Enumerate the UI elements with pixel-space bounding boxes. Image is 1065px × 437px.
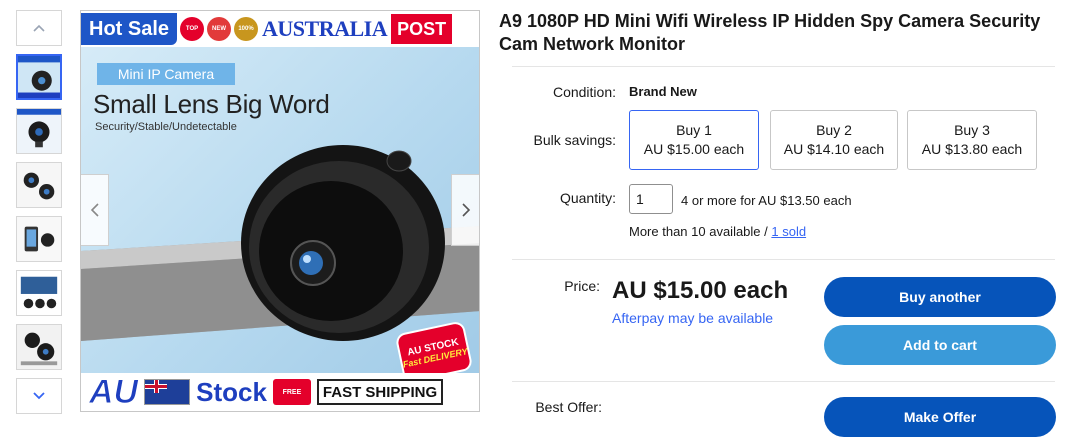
bulk-option-buy-3[interactable]: Buy 3 AU $13.80 each bbox=[907, 110, 1037, 170]
quantity-input[interactable] bbox=[629, 184, 673, 214]
availability-count: More than 10 available / bbox=[629, 224, 772, 239]
bulk-option-qty: Buy 2 bbox=[816, 122, 852, 138]
australia-flag-icon bbox=[144, 379, 191, 405]
image-subline: Security/Stable/Undetectable bbox=[95, 121, 237, 133]
thumbnail-6[interactable] bbox=[16, 324, 62, 370]
top-badge-icon: TOP bbox=[180, 17, 205, 41]
image-headline: Small Lens Big Word bbox=[93, 89, 330, 119]
thumbnail-scroll-down-button[interactable] bbox=[16, 378, 62, 414]
add-to-cart-button[interactable]: Add to cart bbox=[824, 325, 1056, 365]
hot-sale-label: Hot Sale bbox=[81, 13, 178, 45]
bulk-option-price: AU $14.10 each bbox=[783, 141, 885, 157]
thumbnail-4[interactable] bbox=[16, 216, 62, 262]
bulk-option-qty: Buy 3 bbox=[954, 122, 990, 138]
bulk-option-qty: Buy 1 bbox=[676, 122, 712, 138]
listing-title: A9 1080P HD Mini Wifi Wireless IP Hidden… bbox=[499, 11, 1041, 54]
afterpay-link[interactable]: Afterpay may be available bbox=[612, 310, 773, 326]
chevron-right-icon bbox=[461, 203, 470, 217]
fast-shipping-text: FAST SHIPPING bbox=[316, 379, 444, 405]
thumbnail-5[interactable] bbox=[16, 270, 62, 316]
stock-text: Stock bbox=[196, 376, 267, 407]
previous-image-button[interactable] bbox=[81, 174, 109, 246]
sold-count-link[interactable]: 1 sold bbox=[771, 224, 806, 239]
au-text: AU bbox=[88, 372, 139, 411]
thumbnail-2[interactable] bbox=[16, 108, 62, 154]
thumbnail-strip bbox=[16, 10, 62, 414]
australia-post-logo: POST bbox=[391, 14, 453, 44]
price-label: Price: bbox=[564, 278, 600, 294]
australia-text: AUSTRALIA bbox=[262, 16, 388, 41]
quantity-offer-text: 4 or more for AU $13.50 each bbox=[681, 193, 852, 208]
main-product-image[interactable]: Hot Sale TOP NEW 100% AUSTRALIA POST Min… bbox=[80, 10, 480, 412]
bulk-option-buy-2[interactable]: Buy 2 AU $14.10 each bbox=[770, 110, 898, 170]
bulk-savings-label: Bulk savings: bbox=[533, 132, 616, 148]
condition-value: Brand New bbox=[629, 84, 697, 99]
new-badge-icon: NEW bbox=[207, 17, 232, 41]
bulk-option-price: AU $15.00 each bbox=[643, 141, 745, 157]
divider bbox=[512, 66, 1055, 67]
best-offer-label: Best Offer: bbox=[535, 399, 602, 415]
next-image-button[interactable] bbox=[451, 174, 479, 246]
thumbnail-scroll-up-button[interactable] bbox=[16, 10, 62, 46]
quality-badge-icon: 100% bbox=[234, 17, 259, 41]
buy-another-button[interactable]: Buy another bbox=[824, 277, 1056, 317]
thumbnail-1[interactable] bbox=[16, 54, 62, 100]
bottom-promo-banner: AU Stock FREE FAST SHIPPING bbox=[81, 372, 479, 411]
quantity-label: Quantity: bbox=[559, 190, 616, 206]
thumbnail-3[interactable] bbox=[16, 162, 62, 208]
make-offer-button[interactable]: Make Offer bbox=[824, 397, 1056, 437]
top-promo-banner: Hot Sale TOP NEW 100% AUSTRALIA POST bbox=[81, 11, 479, 47]
mini-ip-camera-label: Mini IP Camera bbox=[97, 63, 235, 85]
availability-text: More than 10 available / 1 sold bbox=[629, 224, 806, 239]
bulk-option-buy-1[interactable]: Buy 1 AU $15.00 each bbox=[629, 110, 759, 170]
chevron-left-icon bbox=[90, 203, 99, 217]
bulk-option-price: AU $13.80 each bbox=[921, 141, 1023, 157]
divider bbox=[512, 381, 1055, 382]
condition-label: Condition: bbox=[552, 84, 616, 100]
free-shipping-truck-icon: FREE bbox=[272, 379, 311, 405]
chevron-up-icon bbox=[33, 24, 45, 32]
chevron-down-icon bbox=[33, 392, 45, 400]
divider bbox=[512, 259, 1055, 260]
price-value: AU $15.00 each bbox=[612, 277, 789, 304]
